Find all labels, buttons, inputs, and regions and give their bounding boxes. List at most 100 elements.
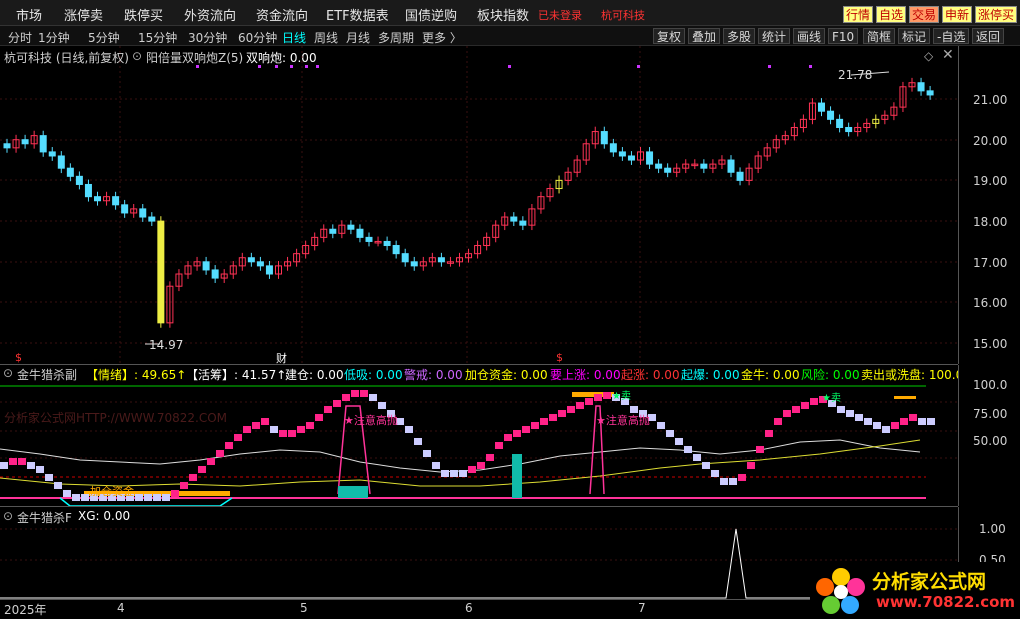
oscillator-block <box>666 430 674 437</box>
event-marker[interactable]: $ <box>556 351 563 364</box>
period-multi[interactable]: 多周期 <box>378 29 414 46</box>
back-button[interactable]: 返回 <box>972 28 1005 44</box>
period-toolbar: 分时 1分钟 5分钟 15分钟 30分钟 60分钟 日线 周线 月线 多周期 更… <box>0 26 1020 46</box>
time-tick: 2025年 <box>4 603 47 617</box>
y-tick: 75.00 <box>973 407 1008 421</box>
sub1-value: 金牛: 0.00 <box>741 368 800 382</box>
candle-body <box>845 126 853 133</box>
sub1-value: 建仓: 0.00 <box>285 368 344 382</box>
period-1min[interactable]: 1分钟 <box>38 29 70 46</box>
signal-dot <box>290 65 293 68</box>
oscillator-block <box>27 462 35 469</box>
period-15min[interactable]: 15分钟 <box>138 29 177 46</box>
period-monthly[interactable]: 月线 <box>346 29 370 46</box>
candle-body <box>917 82 925 92</box>
multi-stock-button[interactable]: 多股 <box>723 28 756 44</box>
oscillator-block <box>441 470 449 477</box>
oscillator-block <box>855 414 863 421</box>
sub1-value: 要上涨: 0.00 <box>550 368 621 382</box>
oscillator-block <box>189 474 197 481</box>
oscillator-block <box>207 458 215 465</box>
oscillator-block <box>423 450 431 457</box>
menu-item-etf-table[interactable]: ETF数据表 <box>326 5 389 24</box>
oscillator-block <box>288 430 296 437</box>
oscillator-block <box>18 458 26 465</box>
limit-up-buy-button[interactable]: 涨停买 <box>975 6 1018 23</box>
signal-dot <box>637 65 640 68</box>
menu-item-fund-flow[interactable]: 资金流向 <box>256 5 308 24</box>
y-tick: 100.0 <box>973 378 1008 392</box>
period-60min[interactable]: 60分钟 <box>238 29 277 46</box>
signal-dot <box>316 65 319 68</box>
menu-item-limit-up-sell[interactable]: 涨停卖 <box>64 5 103 24</box>
period-intraday[interactable]: 分时 <box>8 29 32 46</box>
menu-item-repo[interactable]: 国债逆购 <box>405 5 457 24</box>
y-tick: 16.00 <box>973 296 1008 310</box>
oscillator-block <box>450 470 458 477</box>
candlestick-chart[interactable]: 21.78 14.97 <box>0 46 958 364</box>
high-sell-annotation: ★注意高抛 <box>596 413 650 427</box>
sub1-value: 卖出或洗盘: 100.0 <box>861 368 958 382</box>
y-tick: 21.00 <box>973 93 1008 107</box>
oscillator-block <box>630 406 638 413</box>
candle-body <box>139 208 147 218</box>
sub1-indicator-name[interactable]: 金牛猎杀副 <box>17 366 77 382</box>
period-30min[interactable]: 30分钟 <box>188 29 227 46</box>
ipo-button[interactable]: 申新 <box>942 6 973 23</box>
quote-button[interactable]: 行情 <box>843 6 874 23</box>
sub1-value: 风险: 0.00 <box>801 368 860 382</box>
overlay-button[interactable]: 叠加 <box>688 28 721 44</box>
period-daily[interactable]: 日线 <box>282 29 306 46</box>
oscillator-block <box>36 466 44 473</box>
oscillator-block <box>909 414 917 421</box>
oscillator-block <box>342 394 350 401</box>
simple-frame-button[interactable]: 简框 <box>863 28 896 44</box>
candle-body <box>347 224 355 230</box>
oscillator-block <box>54 482 62 489</box>
watchlist-button[interactable]: 自选 <box>876 6 907 23</box>
oscillator-block <box>486 454 494 461</box>
period-weekly[interactable]: 周线 <box>314 29 338 46</box>
time-tick: 6 <box>465 601 473 615</box>
oscillator-block <box>900 418 908 425</box>
oscillator-block <box>873 422 881 429</box>
candle-body <box>392 245 400 255</box>
oscillator-block <box>432 462 440 469</box>
candle-body <box>383 240 391 247</box>
candle-body <box>926 90 934 96</box>
oscillator-chart[interactable]: 分析家公式网HTTP://WWW.70822.COM ★注意高抛 ★注意高抛 加… <box>0 382 958 506</box>
oscillator-block <box>324 406 332 413</box>
trade-button[interactable]: 交易 <box>909 6 940 23</box>
f10-button[interactable]: F10 <box>828 28 859 44</box>
adjust-button[interactable]: 复权 <box>653 28 686 44</box>
oscillator-block <box>594 394 602 401</box>
remove-watchlist-button[interactable]: -自选 <box>933 28 970 44</box>
mark-button[interactable]: 标记 <box>898 28 931 44</box>
draw-line-button[interactable]: 画线 <box>793 28 826 44</box>
menu-item-limit-down-buy[interactable]: 跌停买 <box>124 5 163 24</box>
menu-item-sector-index[interactable]: 板块指数 <box>477 5 529 24</box>
candle-body <box>646 151 654 165</box>
oscillator-block <box>864 418 872 425</box>
oscillator-block <box>378 402 386 409</box>
menu-item-foreign-flow[interactable]: 外资流向 <box>184 5 236 24</box>
oscillator-block <box>738 474 746 481</box>
candle-body <box>736 171 744 181</box>
oscillator-block <box>72 494 80 501</box>
candle-body <box>39 135 47 153</box>
candle-body <box>437 257 445 263</box>
menu-item-market[interactable]: 市场 <box>16 5 42 24</box>
oscillator-block <box>540 418 548 425</box>
oscillator-block <box>162 494 170 501</box>
event-marker[interactable]: $ <box>15 351 22 364</box>
login-status[interactable]: 已未登录 <box>538 7 582 23</box>
high-sell-annotation: ★注意高抛 <box>344 413 398 427</box>
period-5min[interactable]: 5分钟 <box>88 29 120 46</box>
statistics-button[interactable]: 统计 <box>758 28 791 44</box>
sub1-y-axis: 100.0 75.00 50.00 <box>958 365 1020 506</box>
candle-body <box>121 204 129 214</box>
oscillator-block <box>180 482 188 489</box>
sub1-toggle-icon[interactable]: ⊙ <box>3 366 13 380</box>
candle-body <box>21 139 29 145</box>
period-more[interactable]: 更多 〉 <box>422 29 462 46</box>
